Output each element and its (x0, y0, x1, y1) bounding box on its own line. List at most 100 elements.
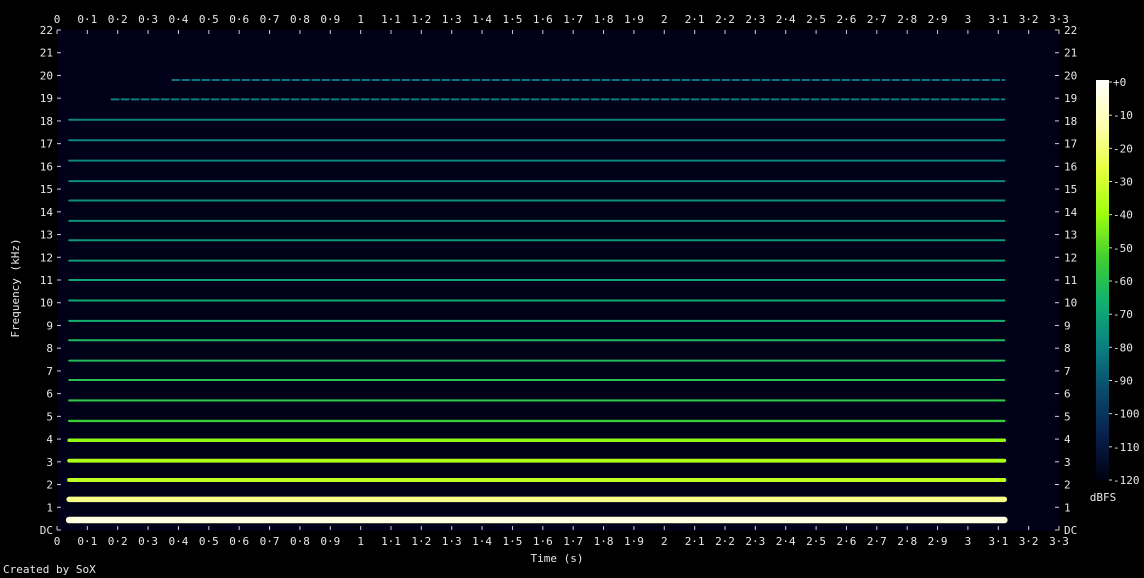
x-tick-label-bottom: 3·2 (1019, 535, 1039, 548)
colorbar-tick-label: -100 (1113, 408, 1140, 421)
x-tick-label-bottom: 1·1 (381, 535, 401, 548)
x-tick-label-bottom: 0·8 (290, 535, 310, 548)
x-tick-label-top: 0·8 (290, 13, 310, 26)
colorbar-unit-label: dBFS (1090, 491, 1117, 504)
colorbar-tick-label: +0 (1113, 76, 1126, 89)
y-tick-label-left: 8 (46, 342, 53, 355)
x-tick-label-bottom: 1·4 (472, 535, 492, 548)
y-tick-label-right: 20 (1064, 69, 1077, 82)
x-tick-label-top: 0·7 (260, 13, 280, 26)
x-tick-label-bottom: 0·6 (229, 535, 249, 548)
colorbar-tick-label: -30 (1113, 176, 1133, 189)
spectrogram-figure: 0 0·1 0·2 0·3 0·4 0·5 0·6 0·7 0·8 0·9 1 1·1 1·2 1·3 1·… (9, 13, 1140, 565)
credit-text: Created by SoX (3, 563, 96, 576)
x-tick-label-bottom: 1·3 (442, 535, 462, 548)
x-tick-label-bottom: 2 (661, 535, 668, 548)
colorbar-tick-labels: +0 -10 -20 -30 -40 -50 -60 -70 -80 -90 -100 -110 -12… (1109, 76, 1140, 487)
x-tick-label-bottom: 2·4 (776, 535, 796, 548)
x-tick-label-bottom: 1·2 (411, 535, 431, 548)
y-tick-label-right: 13 (1064, 229, 1077, 242)
x-tick-label-bottom: 2·1 (685, 535, 705, 548)
y-tick-label-left: 19 (40, 92, 53, 105)
y-tick-label-left: DC (40, 524, 53, 537)
x-tick-label-top: 2·7 (867, 13, 887, 26)
x-tick-label-top: 0·4 (169, 13, 189, 26)
x-tick-label-top: 1·2 (411, 13, 431, 26)
y-tick-labels-left: DC12345678910111213141516171819202122 (40, 24, 54, 537)
x-tick-label-bottom: 2·9 (928, 535, 948, 548)
x-tick-label-bottom: 3 (965, 535, 972, 548)
y-tick-label-right: 14 (1064, 206, 1078, 219)
x-tick-label-top: 0·5 (199, 13, 219, 26)
x-tick-label-top: 1·8 (594, 13, 614, 26)
x-tick-label-bottom: 2·5 (806, 535, 826, 548)
x-tick-label-top: 2·9 (928, 13, 948, 26)
colorbar-tick-label: -20 (1113, 142, 1133, 155)
colorbar-tick-label: -120 (1113, 474, 1140, 487)
y-tick-label-left: 15 (40, 183, 53, 196)
y-tick-label-right: 18 (1064, 115, 1077, 128)
x-tick-label-top: 1 (357, 13, 364, 26)
x-tick-label-top: 0·1 (77, 13, 97, 26)
x-tick-label-bottom: 1·5 (503, 535, 523, 548)
x-tick-label-bottom: 2·8 (897, 535, 917, 548)
y-tick-label-right: 5 (1064, 410, 1071, 423)
y-tick-label-right: 11 (1064, 274, 1077, 287)
x-tick-label-bottom: 1·7 (563, 535, 583, 548)
x-tick-label-bottom: 1·9 (624, 535, 644, 548)
x-tick-label-bottom: 2·6 (837, 535, 857, 548)
y-tick-label-right: 16 (1064, 160, 1077, 173)
x-tick-label-bottom: 0·9 (320, 535, 340, 548)
y-axis-label: Frequency (kHz) (9, 238, 22, 337)
x-tick-label-bottom: 1·6 (533, 535, 553, 548)
colorbar-tick-label: -70 (1113, 308, 1133, 321)
y-tick-label-right: 3 (1064, 456, 1071, 469)
x-tick-label-top: 2·2 (715, 13, 735, 26)
colorbar-tick-label: -90 (1113, 375, 1133, 388)
y-tick-label-left: 3 (46, 456, 53, 469)
x-tick-label-bottom: 3·1 (988, 535, 1008, 548)
y-tick-label-right: 1 (1064, 501, 1071, 514)
x-tick-label-top: 0·6 (229, 13, 249, 26)
x-tick-label-bottom: 2·7 (867, 535, 887, 548)
colorbar-tick-label: -10 (1113, 109, 1133, 122)
y-tick-label-right: 2 (1064, 479, 1071, 492)
colorbar (1096, 80, 1109, 480)
y-tick-labels-right: DC12345678910111213141516171819202122 (1064, 24, 1078, 537)
x-tick-label-top: 3·2 (1019, 13, 1039, 26)
colorbar-tick-label: -60 (1113, 275, 1133, 288)
y-tick-label-right: 12 (1064, 251, 1077, 264)
y-tick-label-left: 6 (46, 388, 53, 401)
y-tick-label-left: 4 (46, 433, 53, 446)
x-tick-label-top: 1·6 (533, 13, 553, 26)
y-tick-label-left: 20 (40, 69, 53, 82)
x-tick-label-bottom: 0·3 (138, 535, 158, 548)
x-tick-label-top: 2·8 (897, 13, 917, 26)
colorbar-tick-label: -40 (1113, 209, 1133, 222)
y-tick-label-left: 10 (40, 297, 53, 310)
x-tick-label-bottom: 0·5 (199, 535, 219, 548)
x-tick-label-top: 1·1 (381, 13, 401, 26)
y-tick-label-left: 22 (40, 24, 53, 37)
x-tick-label-bottom: 0·7 (260, 535, 280, 548)
y-tick-label-left: 1 (46, 501, 53, 514)
x-tick-label-top: 1·4 (472, 13, 492, 26)
x-tick-label-top: 1·9 (624, 13, 644, 26)
x-tick-label-top: 3 (965, 13, 972, 26)
y-tick-label-right: 21 (1064, 47, 1077, 60)
y-tick-label-right: 15 (1064, 183, 1077, 196)
x-tick-label-top: 3·1 (988, 13, 1008, 26)
x-tick-label-bottom: 1 (357, 535, 364, 548)
y-tick-label-left: 5 (46, 410, 53, 423)
x-tick-label-top: 0·2 (108, 13, 128, 26)
x-tick-label-top: 1·5 (503, 13, 523, 26)
y-tick-label-right: DC (1064, 524, 1077, 537)
x-tick-label-bottom: 1·8 (594, 535, 614, 548)
y-tick-label-right: 19 (1064, 92, 1077, 105)
y-tick-label-right: 6 (1064, 388, 1071, 401)
y-tick-label-right: 22 (1064, 24, 1077, 37)
y-tick-label-left: 21 (40, 47, 53, 60)
x-tick-labels-top: 0 0·1 0·2 0·3 0·4 0·5 0·6 0·7 0·8 0·9 1 1·1 1·2 1·3 1·… (54, 13, 1069, 26)
x-tick-label-top: 1·7 (563, 13, 583, 26)
x-tick-labels-bottom: 0 0·1 0·2 0·3 0·4 0·5 0·6 0·7 0·8 0·9 1 1·1 1·2 1·3 1·… (54, 535, 1069, 548)
